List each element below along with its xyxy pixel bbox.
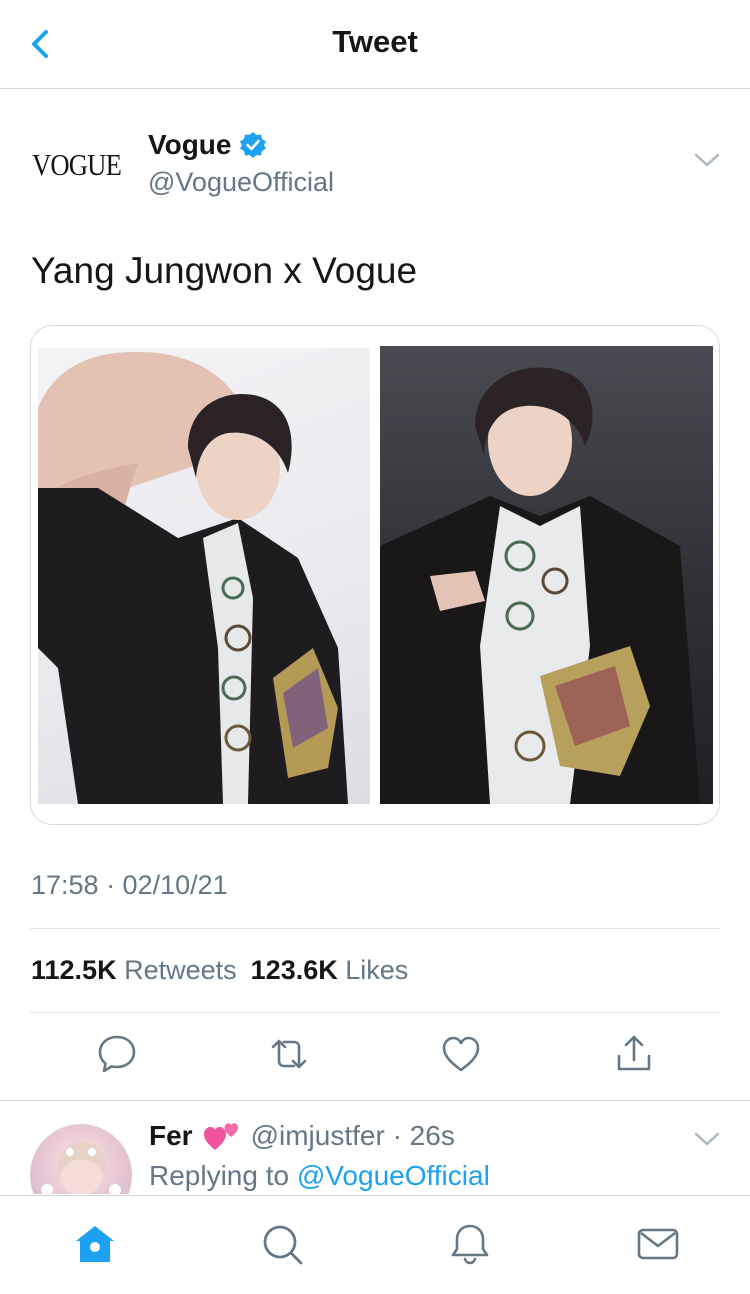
like-icon[interactable]	[439, 1032, 483, 1076]
divider	[30, 928, 720, 929]
verified-badge-icon	[240, 132, 267, 158]
replying-handle-link[interactable]: @VogueOfficial	[297, 1160, 490, 1191]
replying-to: Replying to @VogueOfficial	[149, 1160, 490, 1192]
tweet-author: VOGUE Vogue @VogueOfficial	[30, 125, 720, 205]
retweets-count: 112.5K	[31, 955, 117, 985]
two-hearts-icon	[203, 1123, 238, 1150]
author-handle[interactable]: @VogueOfficial	[148, 167, 334, 198]
media-photo-1[interactable]	[38, 348, 370, 804]
reply-header: Fer @imjustfer · 26s	[149, 1120, 455, 1152]
likes-count: 123.6K	[250, 955, 338, 985]
tweet-action-bar	[0, 1032, 750, 1082]
home-icon[interactable]	[73, 1222, 117, 1266]
likes-stat[interactable]: 123.6K Likes	[251, 955, 409, 986]
search-icon[interactable]	[260, 1222, 304, 1266]
reply-handle-time: @imjustfer · 26s	[250, 1120, 455, 1151]
avatar-illustration	[41, 1142, 121, 1194]
likes-label: Likes	[345, 955, 409, 985]
retweets-stat[interactable]: 112.5K Retweets	[31, 955, 237, 986]
retweet-icon[interactable]	[267, 1032, 311, 1076]
notifications-icon[interactable]	[448, 1222, 492, 1266]
messages-icon[interactable]	[636, 1222, 680, 1266]
nav-bar: Tweet	[0, 0, 750, 89]
tweet-stats: 112.5K Retweets 123.6K Likes	[31, 955, 408, 986]
tab-bar	[0, 1195, 750, 1294]
tweet-media[interactable]	[30, 325, 720, 825]
replying-prefix: Replying to	[149, 1160, 297, 1191]
chevron-down-icon[interactable]	[694, 151, 720, 169]
author-name-row[interactable]: Vogue	[148, 129, 267, 161]
chevron-down-icon[interactable]	[694, 1130, 720, 1148]
page-title: Tweet	[332, 24, 418, 59]
photo-2-illustration	[380, 367, 700, 804]
tweet-text: Yang Jungwon x Vogue	[31, 250, 418, 291]
reply-item[interactable]: Fer @imjustfer · 26s Replying to @VogueO…	[0, 1102, 750, 1194]
reply-icon[interactable]	[95, 1032, 139, 1076]
media-photo-2[interactable]	[380, 346, 713, 804]
reply-author-name[interactable]: Fer	[149, 1120, 193, 1152]
retweets-label: Retweets	[124, 955, 237, 985]
section-divider	[0, 1100, 750, 1101]
photo-1-illustration	[38, 351, 348, 804]
author-name: Vogue	[148, 129, 232, 160]
share-icon[interactable]	[612, 1032, 656, 1076]
divider	[30, 1012, 720, 1013]
tweet-timestamp: 17:58 · 02/10/21	[31, 870, 228, 900]
vogue-logo[interactable]: VOGUE	[32, 147, 122, 183]
avatar[interactable]	[30, 1124, 132, 1194]
